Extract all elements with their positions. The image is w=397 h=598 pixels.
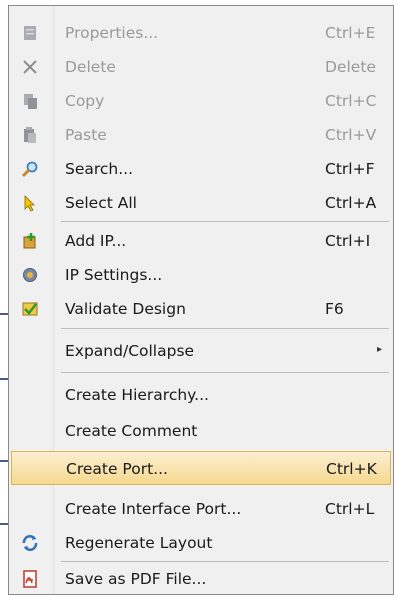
copy-icon bbox=[21, 92, 39, 110]
menu-item-label: Copy bbox=[65, 92, 105, 110]
menu-item-shortcut: Ctrl+C bbox=[325, 92, 377, 110]
menu-item-shortcut: Delete bbox=[325, 58, 376, 76]
menu-item-shortcut: Ctrl+E bbox=[325, 24, 376, 42]
pdf-file-icon bbox=[21, 570, 39, 588]
context-menu: Properties... Ctrl+E Delete Delete Copy … bbox=[8, 5, 394, 595]
menu-item-expand-collapse[interactable]: Expand/Collapse ▸ bbox=[11, 336, 391, 366]
menu-item-create-hierarchy[interactable]: Create Hierarchy... bbox=[11, 380, 391, 410]
menu-separator bbox=[61, 221, 389, 222]
menu-item-label: Search... bbox=[65, 160, 134, 178]
select-all-icon bbox=[21, 194, 39, 212]
menu-item-shortcut: Ctrl+L bbox=[325, 500, 375, 518]
screenshot-canvas: Properties... Ctrl+E Delete Delete Copy … bbox=[0, 0, 397, 598]
delete-icon bbox=[21, 58, 39, 76]
menu-item-shortcut: Ctrl+A bbox=[325, 194, 377, 212]
ip-settings-icon bbox=[21, 266, 39, 284]
menu-item-label: Properties... bbox=[65, 24, 159, 42]
menu-item-properties[interactable]: Properties... Ctrl+E bbox=[11, 18, 391, 48]
menu-item-ip-settings[interactable]: IP Settings... bbox=[11, 260, 391, 290]
menu-item-copy[interactable]: Copy Ctrl+C bbox=[11, 86, 391, 116]
menu-item-shortcut: Ctrl+V bbox=[325, 126, 377, 144]
paste-icon bbox=[21, 126, 39, 144]
menu-item-validate-design[interactable]: Validate Design F6 bbox=[11, 294, 391, 324]
menu-item-label: Paste bbox=[65, 126, 107, 144]
submenu-arrow-icon: ▸ bbox=[377, 344, 383, 355]
menu-item-delete[interactable]: Delete Delete bbox=[11, 52, 391, 82]
menu-item-label: Expand/Collapse bbox=[65, 342, 195, 360]
menu-item-paste[interactable]: Paste Ctrl+V bbox=[11, 120, 391, 150]
validate-design-icon bbox=[21, 300, 39, 318]
menu-item-label: Create Hierarchy... bbox=[65, 386, 209, 404]
menu-item-save-as-pdf[interactable]: Save as PDF File... bbox=[11, 564, 391, 594]
properties-icon bbox=[21, 24, 39, 42]
menu-item-create-interface-port[interactable]: Create Interface Port... Ctrl+L bbox=[11, 494, 391, 524]
menu-separator bbox=[61, 372, 389, 373]
menu-item-label: Create Comment bbox=[65, 422, 198, 440]
menu-item-shortcut: Ctrl+F bbox=[325, 160, 375, 178]
add-ip-icon bbox=[21, 232, 39, 250]
menu-item-create-port[interactable]: Create Port... Ctrl+K bbox=[11, 451, 391, 485]
menu-separator bbox=[61, 561, 389, 562]
menu-item-label: Create Interface Port... bbox=[65, 500, 242, 518]
menu-item-search[interactable]: Search... Ctrl+F bbox=[11, 154, 391, 184]
menu-item-regenerate-layout[interactable]: Regenerate Layout bbox=[11, 528, 391, 558]
menu-item-label: Save as PDF File... bbox=[65, 570, 207, 588]
menu-separator bbox=[61, 328, 389, 329]
menu-item-select-all[interactable]: Select All Ctrl+A bbox=[11, 188, 391, 218]
menu-item-label: IP Settings... bbox=[65, 266, 163, 284]
menu-item-label: Delete bbox=[65, 58, 116, 76]
menu-item-add-ip[interactable]: Add IP... Ctrl+I bbox=[11, 226, 391, 256]
menu-item-shortcut: Ctrl+I bbox=[325, 232, 371, 250]
regenerate-layout-icon bbox=[21, 534, 39, 552]
search-icon bbox=[21, 160, 39, 178]
menu-item-shortcut: F6 bbox=[325, 300, 344, 318]
menu-item-label: Select All bbox=[65, 194, 137, 212]
menu-item-label: Regenerate Layout bbox=[65, 534, 213, 552]
menu-item-label: Create Port... bbox=[66, 460, 168, 478]
menu-item-label: Add IP... bbox=[65, 232, 127, 250]
menu-item-create-comment[interactable]: Create Comment bbox=[11, 416, 391, 446]
menu-item-shortcut: Ctrl+K bbox=[326, 460, 377, 478]
menu-item-label: Validate Design bbox=[65, 300, 186, 318]
